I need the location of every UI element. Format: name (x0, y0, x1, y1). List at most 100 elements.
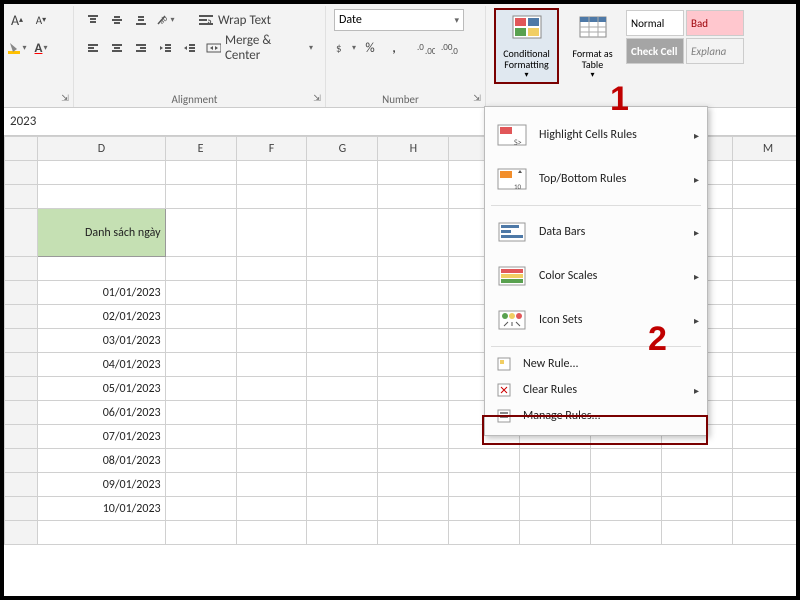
font-group: A▴ A▾ A ⇲ (4, 6, 74, 107)
indent-dec-icon (158, 41, 172, 55)
col-header[interactable]: D (38, 137, 165, 161)
row-header[interactable] (5, 449, 38, 473)
indent-inc-icon (182, 41, 196, 55)
col-header[interactable]: F (236, 137, 307, 161)
row-header[interactable] (5, 305, 38, 329)
orientation-button[interactable]: ab (154, 9, 176, 31)
data-cell[interactable]: 05/01/2023 (38, 377, 165, 401)
styles-group: Conditional Formatting ▾ Format as Table… (486, 6, 786, 107)
row-header[interactable] (5, 377, 38, 401)
row-header[interactable] (5, 401, 38, 425)
data-cell[interactable]: 10/01/2023 (38, 497, 165, 521)
conditional-formatting-label: Conditional Formatting (498, 48, 555, 71)
merge-center-button[interactable]: Merge & Center (202, 37, 317, 59)
row-header[interactable] (5, 425, 38, 449)
wrap-text-button[interactable]: Wrap Text (194, 9, 275, 31)
cell-style-bad[interactable]: Bad (686, 10, 744, 36)
cell-style-normal[interactable]: Normal (626, 10, 684, 36)
data-bars-icon (495, 215, 529, 249)
font-increase-button[interactable]: A▴ (6, 9, 28, 31)
cell-style-explanatory[interactable]: Explana (686, 38, 744, 64)
row-header[interactable] (5, 473, 38, 497)
merge-icon (206, 41, 221, 55)
menu-label: Icon Sets (539, 313, 582, 327)
menu-color-scales[interactable]: Color Scales ▸ (485, 254, 707, 298)
data-cell[interactable]: 08/01/2023 (38, 449, 165, 473)
row-header[interactable] (5, 257, 38, 281)
conditional-formatting-icon (511, 12, 543, 44)
decrease-decimal-button[interactable]: .00.0 (439, 37, 461, 59)
menu-label: Highlight Cells Rules (539, 128, 637, 142)
formula-bar-text: 2023 (10, 114, 36, 129)
font-color-button[interactable]: A (30, 37, 52, 59)
fill-color-button[interactable] (6, 37, 28, 59)
menu-highlight-cells-rules[interactable]: S> Highlight Cells Rules ▸ (485, 113, 707, 157)
alignment-group: ab Wrap Text Merge & Center Alignment ⇲ (74, 6, 326, 107)
annotation-box-new-rule (482, 415, 708, 445)
format-as-table-button[interactable]: Format as Table ▾ (560, 8, 625, 84)
row-header[interactable] (5, 185, 38, 209)
chevron-down-icon: ▾ (524, 71, 528, 80)
data-cell[interactable]: 06/01/2023 (38, 401, 165, 425)
indent-decrease-button[interactable] (154, 37, 176, 59)
col-header[interactable]: E (165, 137, 236, 161)
conditional-formatting-button[interactable]: Conditional Formatting ▾ (494, 8, 559, 84)
indent-increase-button[interactable] (178, 37, 200, 59)
data-cell[interactable]: 09/01/2023 (38, 473, 165, 497)
align-bottom-button[interactable] (130, 9, 152, 31)
number-format-select[interactable]: Date ▾ (334, 9, 464, 31)
menu-clear-rules[interactable]: Clear Rules ▸ (485, 377, 707, 403)
row-header[interactable] (5, 521, 38, 545)
data-cell[interactable]: 07/01/2023 (38, 425, 165, 449)
select-all-corner[interactable] (5, 137, 38, 161)
inc-decimal-icon: .0.00 (417, 41, 435, 55)
row-header[interactable] (5, 209, 38, 257)
comma-button[interactable]: , (383, 37, 405, 59)
submenu-arrow-icon: ▸ (694, 384, 699, 397)
alignment-group-label: Alignment (74, 93, 315, 106)
orientation-icon: ab (155, 13, 169, 27)
font-decrease-button[interactable]: A▾ (30, 9, 52, 31)
top-bottom-icon: 10 (495, 162, 529, 196)
cell-style-check-cell[interactable]: Check Cell (626, 38, 684, 64)
align-middle-button[interactable] (106, 9, 128, 31)
chevron-down-icon: ▾ (590, 71, 594, 80)
menu-icon-sets[interactable]: Icon Sets ▸ (485, 298, 707, 342)
row-header[interactable] (5, 353, 38, 377)
accounting-format-button[interactable]: $ (334, 37, 357, 59)
data-cell[interactable]: 01/01/2023 (38, 281, 165, 305)
font-group-launcher[interactable]: ⇲ (59, 93, 71, 105)
align-center-button[interactable] (106, 37, 128, 59)
menu-top-bottom-rules[interactable]: 10 Top/Bottom Rules ▸ (485, 157, 707, 201)
row-header[interactable] (5, 497, 38, 521)
submenu-arrow-icon: ▸ (694, 270, 699, 283)
number-group-launcher[interactable]: ⇲ (471, 93, 483, 105)
align-right-button[interactable] (130, 37, 152, 59)
row-header[interactable] (5, 161, 38, 185)
bucket-icon (7, 41, 21, 55)
menu-new-rule[interactable]: New Rule... (485, 351, 707, 377)
align-left-button[interactable] (82, 37, 104, 59)
row-header[interactable] (5, 281, 38, 305)
svg-text:.00: .00 (425, 46, 435, 55)
menu-label: Top/Bottom Rules (539, 172, 626, 186)
col-header[interactable]: M (733, 137, 797, 161)
percent-button[interactable]: % (359, 37, 381, 59)
menu-separator (491, 205, 701, 206)
table-header-cell[interactable]: Danh sách ngày (38, 209, 165, 257)
alignment-group-launcher[interactable]: ⇲ (311, 93, 323, 105)
data-cell[interactable]: 02/01/2023 (38, 305, 165, 329)
align-left-icon (86, 41, 100, 55)
annotation-number-2: 2 (648, 320, 667, 359)
data-cell[interactable]: 03/01/2023 (38, 329, 165, 353)
col-header[interactable]: G (307, 137, 378, 161)
align-top-icon (86, 13, 100, 27)
data-cell[interactable]: 04/01/2023 (38, 353, 165, 377)
increase-decimal-button[interactable]: .0.00 (415, 37, 437, 59)
col-header[interactable]: H (378, 137, 449, 161)
new-rule-icon (495, 355, 513, 373)
accounting-icon: $ (335, 41, 351, 55)
row-header[interactable] (5, 329, 38, 353)
menu-data-bars[interactable]: Data Bars ▸ (485, 210, 707, 254)
align-top-button[interactable] (82, 9, 104, 31)
